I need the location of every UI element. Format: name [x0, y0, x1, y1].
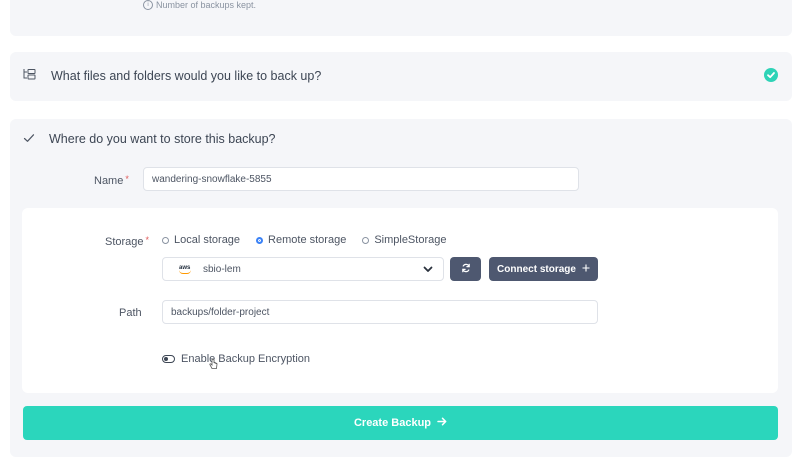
radio-unchecked-icon	[162, 236, 169, 244]
path-label: Path	[119, 307, 142, 319]
create-backup-button[interactable]: Create Backup	[23, 406, 778, 440]
files-section[interactable]: What files and folders would you like to…	[10, 52, 792, 101]
remote-storage-value: sbio-lem	[203, 263, 241, 275]
refresh-icon	[461, 260, 471, 278]
radio-local-storage[interactable]: Local storage	[162, 234, 240, 246]
storage-section: Where do you want to store this backup? …	[10, 119, 792, 457]
encryption-toggle-row[interactable]: Enable Backup Encryption	[162, 353, 310, 365]
arrow-right-icon	[437, 417, 447, 429]
storage-section-title: Where do you want to store this backup?	[49, 132, 276, 146]
connect-storage-label: Connect storage	[497, 263, 576, 275]
aws-logo-icon: aws	[179, 265, 193, 274]
folder-tree-icon	[23, 68, 37, 83]
hand-cursor-icon	[209, 357, 218, 375]
radio-checked-icon	[256, 236, 264, 244]
radio-simple-storage[interactable]: SimpleStorage	[362, 234, 446, 246]
radio-remote-storage[interactable]: Remote storage	[256, 234, 346, 246]
toggle-switch[interactable]	[162, 355, 175, 363]
remote-storage-select[interactable]: aws sbio-lem	[162, 257, 444, 281]
retention-panel: i Number of backups kept.	[10, 0, 792, 36]
storage-label-text: Storage	[105, 236, 144, 248]
radio-label: Remote storage	[268, 234, 347, 246]
radio-label: SimpleStorage	[374, 234, 447, 246]
encryption-label: Enable Backup Encryption	[181, 353, 311, 365]
storage-config-card: Storage * Local storage Remote storage Si…	[22, 208, 778, 393]
refresh-storage-button[interactable]	[450, 257, 481, 281]
chevron-down-icon	[423, 263, 433, 278]
radio-label: Local storage	[174, 234, 241, 246]
connect-storage-button[interactable]: Connect storage	[489, 257, 598, 281]
storage-type-radios: Local storage Remote storage SimpleStora…	[162, 234, 446, 246]
create-backup-label: Create Backup	[353, 417, 432, 429]
radio-unchecked-icon	[362, 236, 370, 244]
path-input[interactable]: backups/folder-project	[162, 300, 598, 324]
files-section-header[interactable]: What files and folders would you like to…	[23, 68, 321, 83]
backup-name-input[interactable]: wandering-snowflake-5855	[143, 167, 579, 191]
required-marker: *	[125, 174, 129, 184]
plus-icon	[582, 264, 590, 275]
retention-hint: i Number of backups kept.	[143, 0, 256, 10]
checkmark-icon	[23, 132, 35, 146]
name-label: Name *	[94, 174, 129, 187]
storage-label: Storage *	[105, 235, 149, 248]
files-section-title: What files and folders would you like to…	[51, 68, 322, 83]
check-circle-icon	[764, 68, 778, 82]
storage-section-header[interactable]: Where do you want to store this backup?	[23, 132, 276, 146]
name-label-text: Name	[94, 175, 124, 187]
retention-hint-text: Number of backups kept.	[156, 0, 257, 10]
info-icon: i	[143, 0, 153, 10]
required-marker: *	[145, 235, 150, 245]
